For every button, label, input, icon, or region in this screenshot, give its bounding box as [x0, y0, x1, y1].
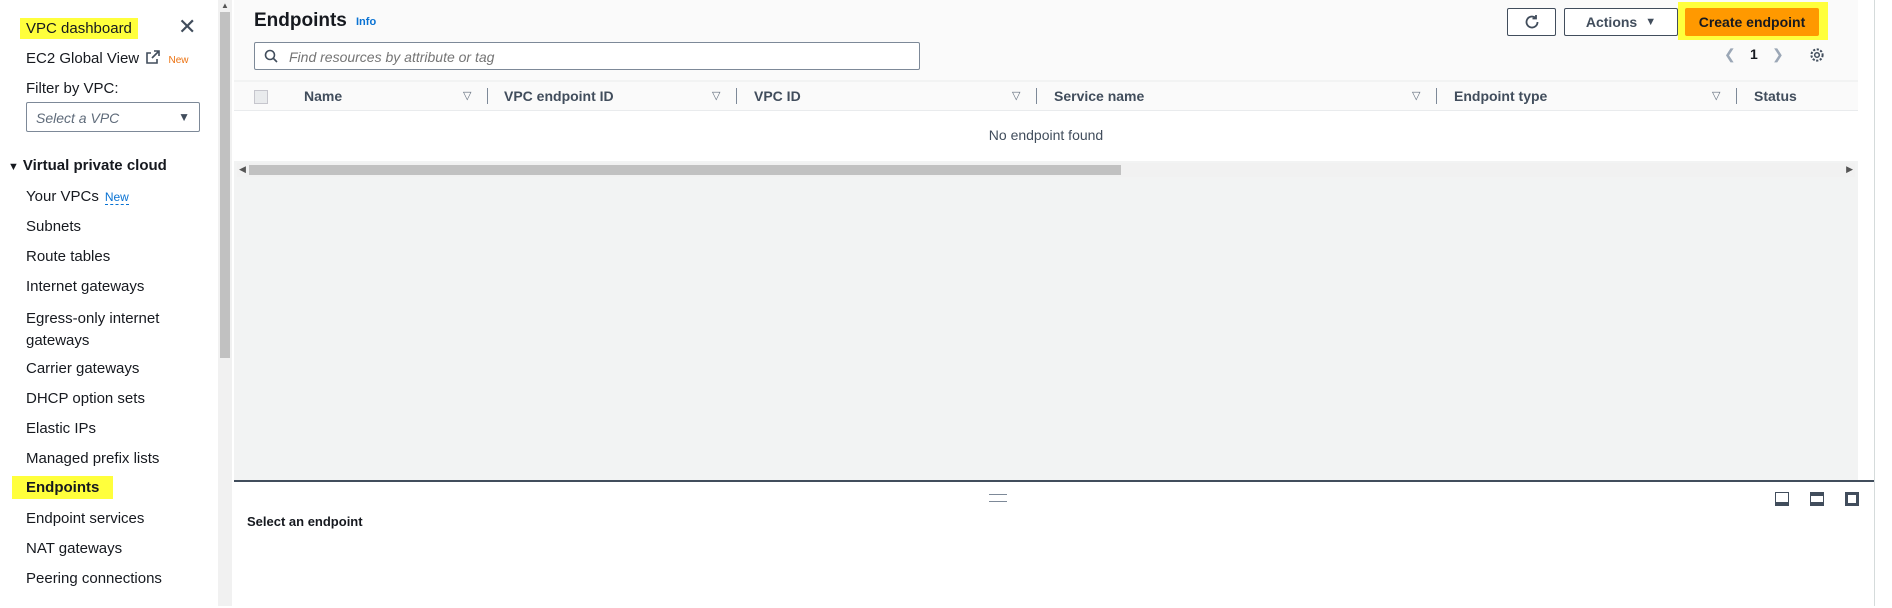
scrollbar-thumb[interactable]	[249, 165, 1121, 175]
scroll-left-arrow-icon[interactable]: ◀	[239, 164, 246, 175]
close-icon[interactable]: ✕	[178, 16, 196, 38]
create-endpoint-button[interactable]: Create endpoint	[1685, 8, 1819, 36]
search-icon	[264, 49, 278, 63]
column-divider[interactable]	[736, 88, 737, 104]
sidebar-item-endpoints[interactable]: Endpoints	[12, 476, 114, 499]
column-header-vpc-endpoint-id[interactable]: VPC endpoint ID	[504, 88, 614, 104]
sidebar-item-elastic-ips[interactable]: Elastic IPs	[26, 420, 96, 437]
panel-fullscreen-icon[interactable]	[1845, 492, 1859, 506]
divider	[1874, 0, 1875, 606]
caret-down-icon: ▼	[8, 161, 19, 173]
chevron-left-icon[interactable]: ❮	[1724, 46, 1736, 63]
refresh-icon	[1525, 15, 1538, 29]
sidebar-item-carrier-gateways[interactable]: Carrier gateways	[26, 360, 139, 377]
sidebar-item-nat-gateways[interactable]: NAT gateways	[26, 540, 122, 557]
gear-icon[interactable]	[1809, 47, 1825, 63]
column-divider[interactable]	[1736, 88, 1737, 104]
sort-icon[interactable]: ▽	[712, 89, 720, 102]
empty-state-message: No endpoint found	[988, 127, 1104, 143]
split-panel-title: Select an endpoint	[247, 514, 363, 529]
table-header-row: Name ▽ VPC endpoint ID ▽ VPC ID ▽ Servic…	[234, 82, 1858, 111]
actions-label: Actions	[1585, 14, 1638, 30]
sidebar-item-label: Your VPCs	[26, 188, 99, 205]
refresh-button[interactable]	[1507, 8, 1556, 36]
scroll-right-arrow-icon[interactable]: ▶	[1846, 164, 1853, 175]
caret-down-icon: ▼	[1645, 16, 1657, 28]
external-link-icon	[146, 50, 161, 64]
column-header-status[interactable]: Status	[1754, 88, 1797, 104]
sidebar-item-ec2-global-view[interactable]: EC2 Global View New	[26, 50, 188, 67]
search-field[interactable]	[254, 42, 920, 70]
sidebar-title-vpc-dashboard[interactable]: VPC dashboard	[20, 18, 138, 39]
table-header-area: Endpoints Info Actions ▼ Create endpoint…	[234, 0, 1858, 80]
vpc-filter-select[interactable]: Select a VPC ▼	[26, 102, 200, 132]
page-title: Endpoints	[254, 10, 347, 31]
info-link[interactable]: Info	[356, 16, 376, 28]
filter-label: Filter by VPC:	[26, 80, 119, 97]
column-divider[interactable]	[1436, 88, 1437, 104]
column-header-name[interactable]: Name	[304, 88, 342, 104]
resize-handle-icon[interactable]	[989, 494, 1007, 502]
column-header-endpoint-type[interactable]: Endpoint type	[1454, 88, 1547, 104]
sort-icon[interactable]: ▽	[1412, 89, 1420, 102]
scrollbar-thumb[interactable]	[220, 12, 230, 358]
search-input[interactable]	[287, 47, 911, 67]
panel-bottom-icon[interactable]	[1775, 492, 1789, 506]
caret-down-icon: ▼	[178, 110, 190, 124]
column-header-vpc-id[interactable]: VPC ID	[754, 88, 801, 104]
vpc-filter-placeholder: Select a VPC	[36, 110, 120, 126]
section-label: Virtual private cloud	[22, 157, 167, 174]
sidebar-item-internet-gateways[interactable]: Internet gateways	[26, 278, 144, 295]
table-body: No endpoint found	[234, 111, 1858, 161]
sidebar-item-peering-connections[interactable]: Peering connections	[26, 570, 162, 587]
new-badge: New	[168, 55, 189, 66]
horizontal-scrollbar[interactable]: ◀ ▶	[237, 163, 1855, 177]
sidebar-item-label: EC2 Global View	[26, 50, 140, 67]
page-number[interactable]: 1	[1750, 46, 1758, 62]
column-divider[interactable]	[1036, 88, 1037, 104]
actions-button[interactable]: Actions ▼	[1564, 8, 1678, 36]
column-divider[interactable]	[487, 88, 488, 104]
select-all-checkbox[interactable]	[254, 90, 268, 104]
section-virtual-private-cloud[interactable]: ▼ Virtual private cloud	[8, 157, 167, 174]
panel-side-icon[interactable]	[1810, 492, 1824, 506]
sidebar-item-dhcp-option-sets[interactable]: DHCP option sets	[26, 390, 145, 407]
sidebar-item-route-tables[interactable]: Route tables	[26, 248, 110, 265]
sidebar-item-subnets[interactable]: Subnets	[26, 218, 81, 235]
sidebar-item-managed-prefix-lists[interactable]: Managed prefix lists	[26, 450, 159, 467]
sort-icon[interactable]: ▽	[1712, 89, 1720, 102]
sidebar-scrollbar[interactable]: ▲	[218, 0, 232, 606]
scroll-up-arrow-icon[interactable]: ▲	[221, 1, 229, 10]
sidebar-item-egress-only-internet-gateways[interactable]: Egress-only internet gateways	[26, 308, 196, 352]
sidebar-nav: VPC dashboard ✕ EC2 Global View New Filt…	[0, 0, 218, 606]
sort-icon[interactable]: ▽	[463, 89, 471, 102]
chevron-right-icon[interactable]: ❯	[1772, 46, 1784, 63]
sidebar-item-endpoint-services[interactable]: Endpoint services	[26, 510, 144, 527]
column-header-service-name[interactable]: Service name	[1054, 88, 1144, 104]
split-panel: Select an endpoint	[234, 480, 1874, 608]
sort-icon[interactable]: ▽	[1012, 89, 1020, 102]
create-endpoint-highlight: Create endpoint	[1678, 2, 1828, 40]
sidebar-item-your-vpcs[interactable]: Your VPCs New	[26, 188, 129, 205]
new-badge[interactable]: New	[104, 190, 129, 205]
